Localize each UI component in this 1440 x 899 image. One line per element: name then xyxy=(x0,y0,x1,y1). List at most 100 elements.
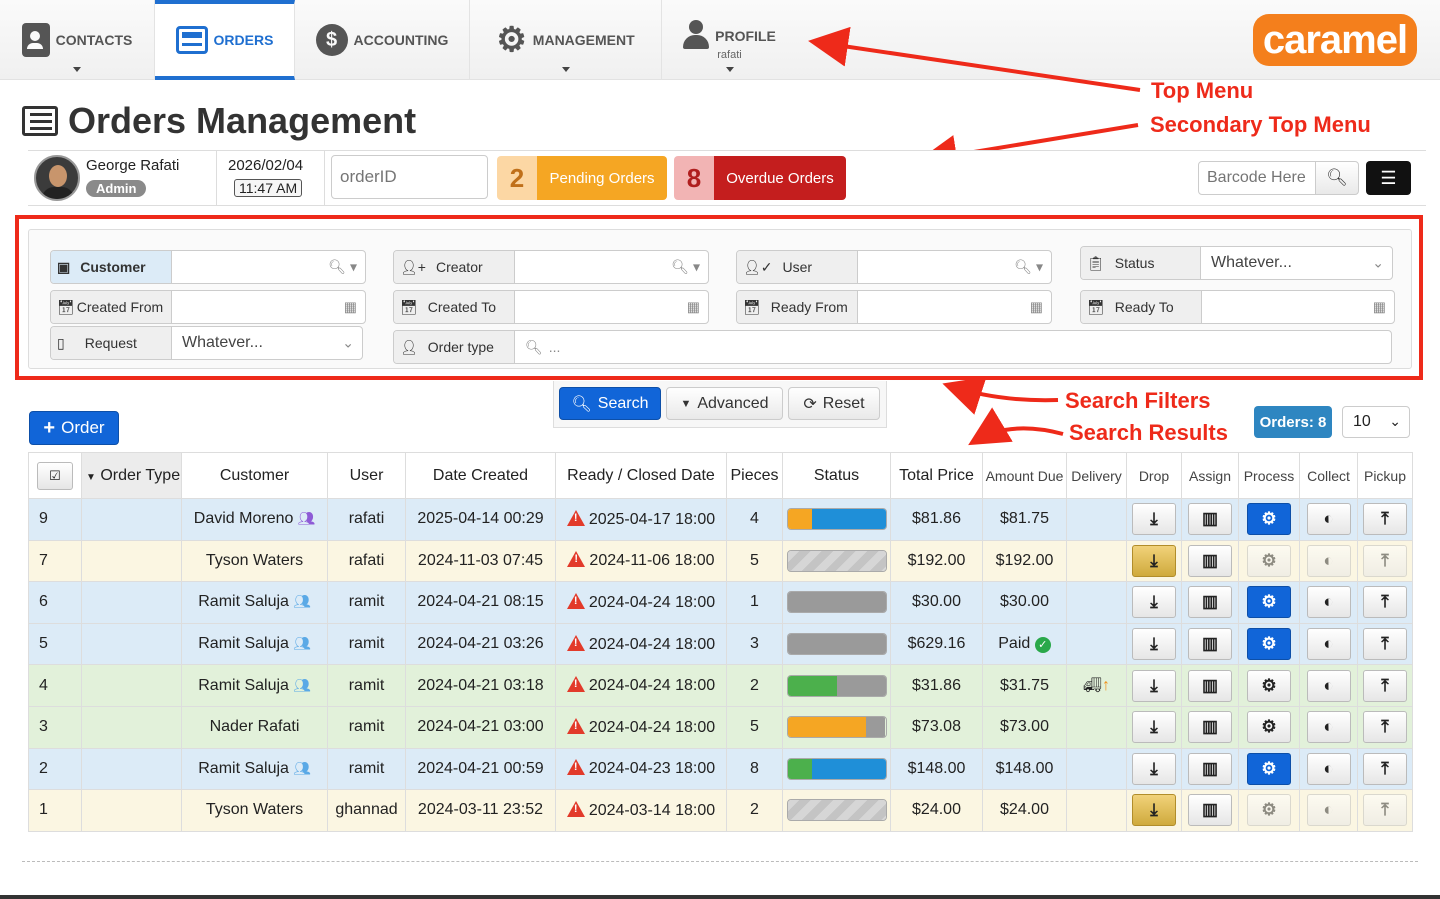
order-type-input[interactable]: 🔍︎... xyxy=(515,331,1391,363)
created-from-filter[interactable]: 📅︎ Created From ▦ xyxy=(50,290,366,324)
drop-button[interactable]: ⤓ xyxy=(1132,669,1176,702)
avatar[interactable] xyxy=(34,155,80,201)
assign-button[interactable]: ▥ xyxy=(1188,503,1232,536)
order-id[interactable]: 9 xyxy=(28,498,82,541)
col-customer[interactable]: Customer xyxy=(181,452,328,499)
customer-cell[interactable]: Ramit Saluja 👥︎ xyxy=(181,622,328,666)
barcode-search-button[interactable]: 🔍︎ xyxy=(1315,161,1359,195)
col-user[interactable]: User xyxy=(327,452,406,499)
pickup-button[interactable]: ⤒ xyxy=(1363,503,1407,536)
status-filter[interactable]: 📋︎ Status Whatever... ⌄ xyxy=(1080,246,1393,280)
user-filter[interactable]: 👤︎✓ User 🔍︎ ▾ xyxy=(736,250,1052,284)
table-row[interactable]: 4 Ramit Saluja 👥︎ ramit 2024-04-21 03:18 … xyxy=(28,664,1413,707)
select-all-header[interactable]: ☑ xyxy=(28,452,82,499)
customer-cell[interactable]: David Moreno 👥︎ xyxy=(181,498,328,541)
drop-button[interactable]: ⤓ xyxy=(1132,503,1176,536)
pickup-button[interactable]: ⤒ xyxy=(1363,711,1407,744)
assign-button[interactable]: ▥ xyxy=(1188,628,1232,661)
drop-button[interactable]: ⤓ xyxy=(1132,752,1176,785)
assign-button[interactable]: ▥ xyxy=(1188,794,1232,827)
customer-input[interactable]: 🔍︎ ▾ xyxy=(172,251,365,283)
pickup-button[interactable]: ⤒ xyxy=(1363,544,1407,577)
table-row[interactable]: 2 Ramit Saluja 👥︎ ramit 2024-04-21 00:59 … xyxy=(28,747,1413,791)
order-id[interactable]: 2 xyxy=(28,747,82,791)
select-all-checkbox[interactable]: ☑ xyxy=(37,461,73,490)
collect-button[interactable]: ◐ xyxy=(1306,586,1351,619)
collect-button[interactable]: ◐ xyxy=(1306,794,1351,827)
pickup-button[interactable]: ⤒ xyxy=(1363,586,1407,619)
created-from-input[interactable]: ▦ xyxy=(172,291,365,323)
process-button[interactable]: ⚙ xyxy=(1247,544,1291,577)
reset-button[interactable]: ⟳ Reset xyxy=(788,387,880,420)
order-id[interactable]: 3 xyxy=(28,705,82,749)
creator-filter[interactable]: 👤︎+ Creator 🔍︎ ▾ xyxy=(393,250,709,284)
table-row[interactable]: 5 Ramit Saluja 👥︎ ramit 2024-04-21 03:26 … xyxy=(28,622,1413,666)
drop-button[interactable]: ⤓ xyxy=(1132,711,1176,744)
customer-cell[interactable]: Ramit Saluja 👥︎ xyxy=(181,747,328,791)
order-id[interactable]: 1 xyxy=(28,789,82,832)
col-total-price[interactable]: Total Price xyxy=(890,452,983,499)
process-button[interactable]: ⚙ xyxy=(1247,628,1291,661)
new-order-button[interactable]: + Order xyxy=(29,411,119,445)
customer-filter[interactable]: ▣ Customer 🔍︎ ▾ xyxy=(50,250,366,284)
order-id[interactable]: 7 xyxy=(28,539,82,583)
ready-to-input[interactable]: ▦ xyxy=(1202,291,1394,323)
customer-cell[interactable]: Ramit Saluja 👥︎ xyxy=(181,581,328,624)
assign-button[interactable]: ▥ xyxy=(1188,711,1232,744)
pickup-button[interactable]: ⤒ xyxy=(1363,752,1407,785)
order-id[interactable]: 5 xyxy=(28,622,82,666)
collect-button[interactable]: ◐ xyxy=(1306,711,1351,744)
drop-button[interactable]: ⤓ xyxy=(1132,794,1176,827)
process-button[interactable]: ⚙ xyxy=(1247,752,1291,785)
table-row[interactable]: 6 Ramit Saluja 👥︎ ramit 2024-04-21 08:15 … xyxy=(28,581,1413,624)
table-row[interactable]: 7 Tyson Waters rafati 2024-11-03 07:45 2… xyxy=(28,539,1413,583)
order-type-filter[interactable]: 👤︎ Order type 🔍︎... xyxy=(393,330,1392,364)
barcode-input[interactable] xyxy=(1198,161,1316,195)
customer-cell[interactable]: Tyson Waters xyxy=(181,789,328,832)
status-select[interactable]: Whatever... ⌄ xyxy=(1201,247,1392,279)
assign-button[interactable]: ▥ xyxy=(1188,752,1232,785)
order-id-input[interactable] xyxy=(331,155,488,199)
col-date-created[interactable]: Date Created xyxy=(405,452,556,499)
drop-button[interactable]: ⤓ xyxy=(1132,544,1176,577)
overdue-orders-button[interactable]: 8 Overdue Orders xyxy=(674,156,846,200)
drop-button[interactable]: ⤓ xyxy=(1132,586,1176,619)
request-select[interactable]: Whatever... ⌄ xyxy=(172,327,362,359)
col-status[interactable]: Status xyxy=(782,452,891,499)
pickup-button[interactable]: ⤒ xyxy=(1363,669,1407,702)
collect-button[interactable]: ◐ xyxy=(1306,752,1351,785)
menu-list-button[interactable]: ☰ xyxy=(1366,161,1411,195)
advanced-button[interactable]: ▼ Advanced xyxy=(666,387,783,420)
assign-button[interactable]: ▥ xyxy=(1188,586,1232,619)
collect-button[interactable]: ◐ xyxy=(1306,628,1351,661)
table-row[interactable]: 1 Tyson Waters ghannad 2024-03-11 23:52 … xyxy=(28,789,1413,832)
page-size-select[interactable]: 10 ⌄ xyxy=(1342,406,1410,438)
created-to-input[interactable]: ▦ xyxy=(515,291,708,323)
ready-from-input[interactable]: ▦ xyxy=(858,291,1051,323)
ready-from-filter[interactable]: 📅︎ Ready From ▦ xyxy=(736,290,1052,324)
table-row[interactable]: 9 David Moreno 👥︎ rafati 2025-04-14 00:29… xyxy=(28,498,1413,541)
collect-button[interactable]: ◐ xyxy=(1306,669,1351,702)
order-id[interactable]: 4 xyxy=(28,664,82,707)
created-to-filter[interactable]: 📅︎ Created To ▦ xyxy=(393,290,709,324)
process-button[interactable]: ⚙ xyxy=(1247,586,1291,619)
table-row[interactable]: 3 Nader Rafati ramit 2024-04-21 03:00 20… xyxy=(28,705,1413,749)
col-pieces[interactable]: Pieces xyxy=(726,452,783,499)
process-button[interactable]: ⚙ xyxy=(1247,711,1291,744)
assign-button[interactable]: ▥ xyxy=(1188,544,1232,577)
col-order-type[interactable]: ▼ Order Type xyxy=(81,452,182,499)
collect-button[interactable]: ◐ xyxy=(1306,544,1351,577)
pending-orders-button[interactable]: 2 Pending Orders xyxy=(497,156,667,200)
user-input[interactable]: 🔍︎ ▾ xyxy=(858,251,1051,283)
collect-button[interactable]: ◐ xyxy=(1306,503,1351,536)
process-button[interactable]: ⚙ xyxy=(1247,503,1291,536)
customer-cell[interactable]: Nader Rafati xyxy=(181,705,328,749)
creator-input[interactable]: 🔍︎ ▾ xyxy=(515,251,708,283)
search-button[interactable]: 🔍︎ Search xyxy=(559,387,661,420)
order-id[interactable]: 6 xyxy=(28,581,82,624)
drop-button[interactable]: ⤓ xyxy=(1132,628,1176,661)
process-button[interactable]: ⚙ xyxy=(1247,794,1291,827)
process-button[interactable]: ⚙ xyxy=(1247,669,1291,702)
request-filter[interactable]: ▯ Request Whatever... ⌄ xyxy=(50,326,363,360)
customer-cell[interactable]: Tyson Waters xyxy=(181,539,328,583)
